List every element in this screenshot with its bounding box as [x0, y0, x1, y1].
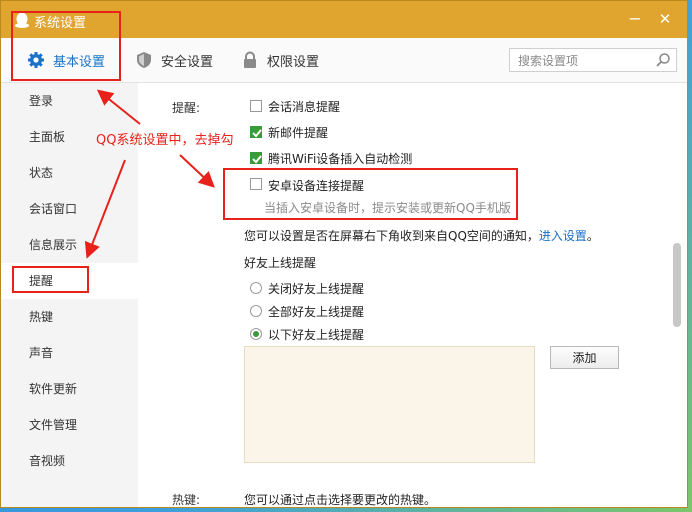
sidebar-item-hotkeys[interactable]: 热键: [1, 299, 138, 335]
qzone-settings-link[interactable]: 进入设置: [539, 229, 587, 243]
annotation-box-android-reminder: [223, 168, 518, 220]
tab-security-settings[interactable]: 安全设置: [135, 38, 213, 82]
radio-label[interactable]: 全部好友上线提醒: [268, 303, 364, 320]
annotation-box-reminder: [12, 266, 89, 293]
radio-label[interactable]: 关闭好友上线提醒: [268, 280, 364, 297]
tab-label: 权限设置: [267, 54, 320, 70]
reminder-section-label: 提醒:: [172, 101, 201, 115]
checkbox-new-mail-reminder[interactable]: [250, 126, 262, 138]
check-icon: [252, 155, 262, 164]
radio-selected-friends-online[interactable]: [250, 328, 262, 340]
friend-online-title: 好友上线提醒: [244, 256, 317, 270]
sidebar-item-info-display[interactable]: 信息展示: [1, 227, 138, 263]
close-button[interactable]: ✕: [655, 9, 675, 29]
annotation-text: QQ系统设置中，去掉勾: [96, 133, 234, 148]
search-box: [509, 48, 677, 72]
tab-permission-settings[interactable]: 权限设置: [241, 38, 319, 82]
qzone-notice-period: 。: [586, 229, 599, 243]
checkbox-label[interactable]: 新邮件提醒: [268, 124, 328, 141]
qzone-notice: 您可以设置是否在屏幕右下角收到来自QQ空间的通知，进入设置。: [244, 227, 599, 244]
scrollbar-thumb[interactable]: [673, 243, 681, 327]
qzone-notice-text: 您可以设置是否在屏幕右下角收到来自QQ空间的通知，: [244, 229, 539, 243]
sidebar-item-audio-video[interactable]: 音视频: [1, 443, 138, 479]
lock-icon: [244, 51, 256, 68]
tab-label: 安全设置: [161, 54, 214, 70]
shield-icon: [137, 52, 151, 68]
friend-list-box[interactable]: [244, 346, 535, 463]
checkbox-label[interactable]: 会话消息提醒: [268, 98, 340, 115]
radio-all-friends-online[interactable]: [250, 305, 262, 317]
sidebar-item-status[interactable]: 状态: [1, 155, 138, 191]
radio-close-friend-online[interactable]: [250, 282, 262, 294]
checkbox-label[interactable]: 腾讯WiFi设备插入自动检测: [268, 150, 412, 167]
search-input[interactable]: [516, 50, 655, 72]
sidebar-item-chat-window[interactable]: 会话窗口: [1, 191, 138, 227]
hotkey-section-label: 热键:: [172, 493, 201, 507]
add-friend-button[interactable]: 添加: [550, 346, 619, 369]
sidebar-item-file-management[interactable]: 文件管理: [1, 407, 138, 443]
annotation-box-basic-settings: [11, 11, 121, 81]
check-icon: [252, 129, 262, 138]
radio-label[interactable]: 以下好友上线提醒: [268, 326, 364, 343]
minimize-button[interactable]: −: [625, 9, 645, 29]
checkbox-chat-message-reminder[interactable]: [250, 100, 262, 112]
search-icon[interactable]: [655, 52, 671, 68]
hotkey-description: 您可以通过点击选择要更改的热键。: [244, 493, 437, 507]
sidebar-item-login[interactable]: 登录: [1, 83, 138, 119]
checkbox-wifi-device-detect[interactable]: [250, 152, 262, 164]
sidebar-item-software-update[interactable]: 软件更新: [1, 371, 138, 407]
sidebar-item-sound[interactable]: 声音: [1, 335, 138, 371]
